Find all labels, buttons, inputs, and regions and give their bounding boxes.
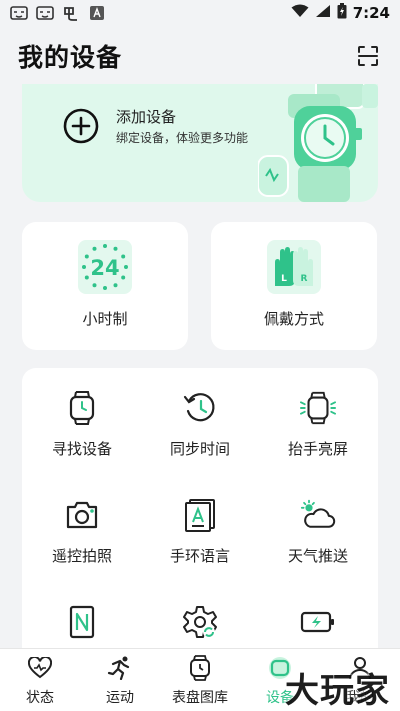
battery-charge-icon [300,604,336,640]
nav-item-status[interactable]: 状态 [0,649,80,711]
grid-item-sync-time[interactable]: 同步时间 [142,368,258,475]
settings-grid-card: 寻找设备 同步时间 抬手亮屏 遥控拍照 手环语言 天气推送 [22,368,378,668]
grid-item-label: 遥控拍照 [51,547,112,565]
wear-mode-label: 佩戴方式 [263,310,324,328]
grid-item-band-language[interactable]: 手环语言 [142,475,258,582]
hour-format-label: 小时制 [82,310,128,328]
status-time: 7:24 [352,4,390,22]
wear-mode-card[interactable]: L R 佩戴方式 [211,222,377,350]
grid-item-raise-to-wake[interactable]: 抬手亮屏 [258,368,378,475]
nfc-icon [64,604,100,640]
heart-icon [27,655,53,681]
runner-icon [107,655,133,681]
wifi-icon [291,4,309,22]
watch-illustration-icon [258,84,378,202]
grid-item-label: 天气推送 [287,547,348,565]
grid-item-label: 寻找设备 [51,440,112,458]
nav-label: 表盘图库 [172,690,228,706]
watch-find-icon [64,390,100,426]
clock-24-text: 24 [90,256,119,280]
add-device-subtitle: 绑定设备，体验更多功能 [116,131,249,145]
face-mask-icon [10,5,28,21]
hands-lr-icon: L R [267,240,321,294]
battery-icon [337,3,347,23]
right-hand-letter: R [301,274,308,284]
scan-icon [358,46,378,66]
watch-glow-icon [300,390,336,426]
camera-icon [64,497,100,533]
gear-sync-icon [182,604,218,640]
grid-item-weather-push[interactable]: 天气推送 [258,475,378,582]
grid-item-remote-photo[interactable]: 遥控拍照 [22,475,142,582]
grid-item-label: 同步时间 [169,440,230,458]
watchface-icon [187,655,213,681]
nav-label: 运动 [106,690,134,706]
clock-24-icon: 24 [78,240,132,294]
nav-item-sport[interactable]: 运动 [80,649,160,711]
page-header: 我的设备 [0,30,400,82]
face-mask-icon [36,5,54,21]
hour-format-card[interactable]: 24 小时制 [22,222,188,350]
sync-clock-icon [182,390,218,426]
nav-label: 状态 [26,690,54,706]
grid-item-find-device[interactable]: 寻找设备 [22,368,142,475]
page-title: 我的设备 [18,43,123,72]
add-circle-icon [63,108,99,144]
signal-icon [315,4,331,22]
scan-button[interactable] [354,42,382,70]
add-device-title: 添加设备 [116,108,177,126]
grid-item-label: 抬手亮屏 [287,440,348,458]
status-bar: 7:24 [0,0,400,26]
left-hand-letter: L [281,274,287,284]
grid-item-label: 手环语言 [169,547,230,565]
language-a-icon [182,497,218,533]
app-icon [62,5,80,21]
nav-item-watchface[interactable]: 表盘图库 [160,649,240,711]
a-box-icon [88,5,106,21]
weather-icon [300,497,336,533]
add-device-card[interactable]: 添加设备 绑定设备，体验更多功能 [22,84,378,202]
watermark: 大玩家 [285,671,390,711]
